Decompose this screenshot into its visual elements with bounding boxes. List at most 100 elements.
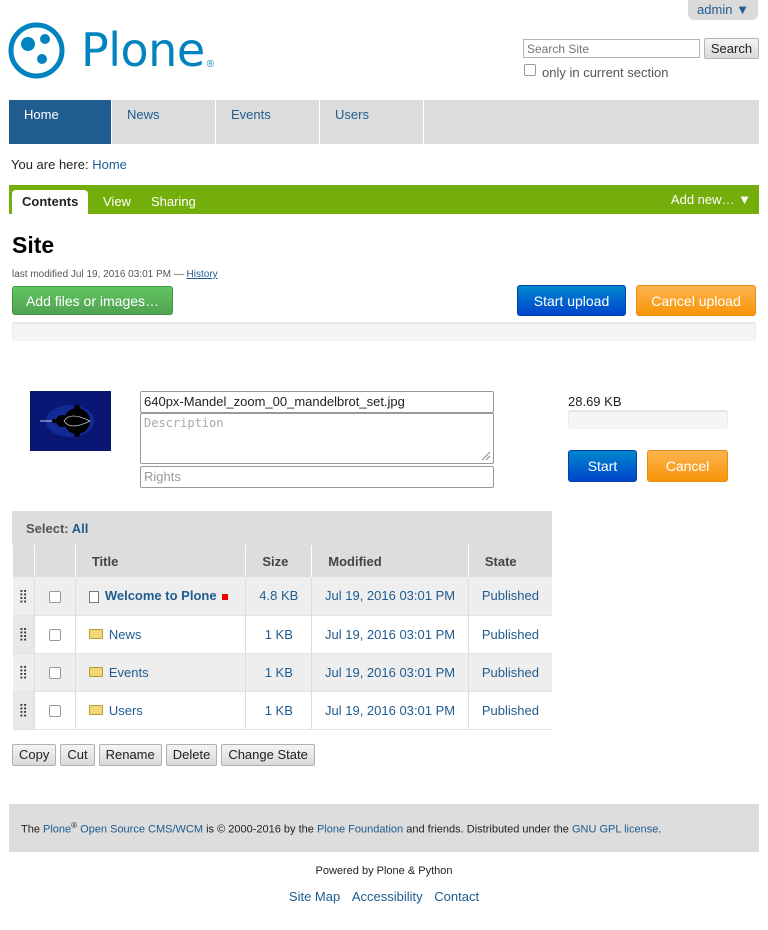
drag-handle-icon[interactable]: ⣿: [12, 615, 35, 654]
search-button[interactable]: Search: [704, 38, 759, 59]
drag-handle-icon[interactable]: ⣿: [12, 577, 35, 616]
drag-handle-icon[interactable]: ⣿: [12, 653, 35, 692]
accessibility-link[interactable]: Accessibility: [352, 889, 423, 904]
row-size: 4.8 KB: [245, 577, 312, 616]
locked-indicator-icon: [221, 593, 228, 600]
row-size: 1 KB: [245, 691, 312, 730]
row-title-link[interactable]: Welcome to Plone: [105, 588, 217, 603]
description-placeholder: Description: [144, 416, 224, 430]
drag-handle-icon[interactable]: ⣿: [12, 691, 35, 730]
cms-link[interactable]: Open Source CMS/WCM: [80, 824, 203, 836]
history-link[interactable]: History: [187, 269, 218, 280]
row-modified: Jul 19, 2016 03:01 PM: [311, 653, 469, 692]
checkbox-column-header: [33, 545, 76, 577]
row-title-cell: Events: [74, 653, 246, 692]
plone-link[interactable]: Plone: [43, 824, 71, 836]
delete-button[interactable]: Delete: [165, 744, 218, 766]
column-title[interactable]: Title: [74, 545, 246, 577]
description-field[interactable]: Description: [140, 413, 494, 464]
column-size[interactable]: Size: [245, 545, 312, 577]
nav-item-users[interactable]: Users: [320, 100, 424, 144]
row-title-link[interactable]: Events: [109, 665, 149, 680]
footer-text: is © 2000-2016 by the: [206, 823, 314, 836]
start-upload-button[interactable]: Start upload: [517, 285, 626, 316]
nav-item-events[interactable]: Events: [216, 100, 320, 144]
row-title-cell: Users: [74, 691, 246, 730]
breadcrumb-home-link[interactable]: Home: [92, 157, 127, 172]
folder-actions: Copy Cut Rename Delete Change State: [12, 744, 315, 766]
mandelbrot-thumbnail: [30, 391, 111, 451]
site-map-link[interactable]: Site Map: [289, 889, 340, 904]
row-state: Published: [467, 615, 552, 654]
row-state: Published: [467, 691, 552, 730]
row-modified: Jul 19, 2016 03:01 PM: [311, 691, 469, 730]
rename-button[interactable]: Rename: [98, 744, 162, 766]
user-menu[interactable]: admin ▼: [688, 0, 758, 20]
cancel-button[interactable]: Cancel: [647, 450, 728, 482]
nav-item-home[interactable]: Home: [9, 100, 112, 144]
table-header-row: Title Size Modified State: [12, 545, 552, 577]
row-checkbox[interactable]: [48, 629, 61, 642]
tab-view[interactable]: View: [93, 190, 141, 214]
site-logo[interactable]: Plone ®: [8, 22, 214, 79]
copy-button[interactable]: Copy: [12, 744, 57, 766]
column-modified[interactable]: Modified: [311, 545, 469, 577]
row-checkbox-cell: [33, 615, 76, 654]
breadcrumb: You are here: Home: [11, 157, 127, 172]
column-state[interactable]: State: [467, 545, 552, 577]
table-row: ⣿ Welcome to Plone 4.8 KB Jul 19, 2016 0…: [12, 577, 552, 616]
tab-contents[interactable]: Contents: [12, 190, 89, 214]
start-button[interactable]: Start: [568, 450, 637, 482]
folder-icon: [88, 629, 103, 640]
row-modified: Jul 19, 2016 03:01 PM: [311, 577, 469, 616]
resize-grip-icon[interactable]: [479, 449, 491, 461]
logo-registered-mark: ®: [206, 59, 214, 70]
rights-field[interactable]: Rights: [140, 466, 494, 488]
table-row: ⣿ Users 1 KB Jul 19, 2016 03:01 PM Publi…: [12, 691, 552, 730]
row-title-link[interactable]: News: [109, 627, 142, 642]
table-row: ⣿ News 1 KB Jul 19, 2016 03:01 PM Publis…: [12, 615, 552, 654]
file-name-field[interactable]: 640px-Mandel_zoom_00_mandelbrot_set.jpg: [140, 391, 494, 413]
mandelbrot-image-icon: [30, 391, 111, 451]
document-icon: [88, 590, 99, 603]
search-input[interactable]: [523, 39, 700, 58]
row-size: 1 KB: [245, 615, 312, 654]
add-new-menu[interactable]: Add new… ▼: [671, 192, 751, 207]
tab-sharing[interactable]: Sharing: [141, 190, 206, 214]
row-checkbox-cell: [33, 577, 76, 616]
row-checkbox-cell: [33, 691, 76, 730]
section-only-checkbox[interactable]: [524, 64, 536, 76]
file-progress-bar: [568, 410, 728, 429]
cut-button[interactable]: Cut: [60, 744, 95, 766]
powered-by: Powered by Plone & Python: [315, 865, 453, 877]
global-nav: Home News Events Users: [9, 100, 759, 144]
logo-text: Plone: [81, 23, 205, 77]
row-title-link[interactable]: Users: [109, 703, 143, 718]
row-title-cell: Welcome to Plone: [74, 577, 246, 616]
select-bar: Select: All: [12, 511, 552, 545]
edit-toolbar: Contents View Sharing Add new… ▼: [9, 185, 759, 214]
byline-text: last modified Jul 19, 2016 03:01 PM —: [12, 269, 184, 280]
cancel-upload-button[interactable]: Cancel upload: [636, 285, 756, 316]
row-title-cell: News: [74, 615, 246, 654]
contact-link[interactable]: Contact: [434, 889, 479, 904]
change-state-button[interactable]: Change State: [221, 744, 315, 766]
select-label: Select:: [26, 521, 69, 536]
add-files-button[interactable]: Add files or images…: [12, 286, 173, 315]
select-all-link[interactable]: All: [72, 521, 89, 536]
license-link[interactable]: GNU GPL license: [572, 824, 658, 836]
nav-item-news[interactable]: News: [112, 100, 216, 144]
row-size: 1 KB: [245, 653, 312, 692]
drag-column-header: [12, 545, 35, 577]
row-checkbox[interactable]: [48, 667, 61, 680]
section-only-label: only in current section: [542, 65, 669, 80]
row-state: Published: [467, 577, 552, 616]
byline: last modified Jul 19, 2016 03:01 PM — Hi…: [12, 269, 218, 280]
upload-progress-bar: [12, 322, 756, 341]
colophon: The Plone® Open Source CMS/WCM is © 2000…: [9, 804, 759, 852]
row-checkbox[interactable]: [48, 705, 61, 718]
foundation-link[interactable]: Plone Foundation: [317, 824, 403, 836]
row-checkbox[interactable]: [48, 590, 61, 603]
page-title: Site: [12, 232, 55, 258]
footer-text: and friends. Distributed under the: [406, 823, 569, 836]
